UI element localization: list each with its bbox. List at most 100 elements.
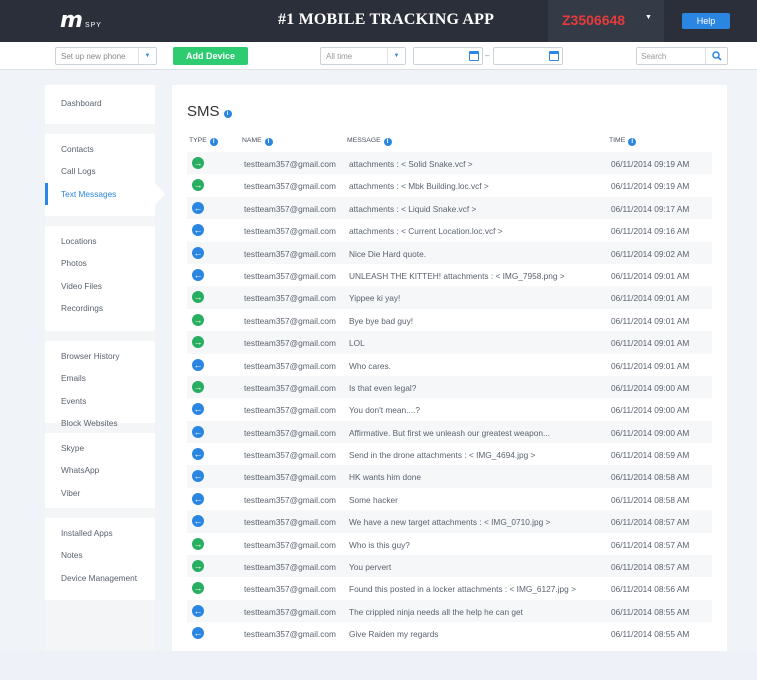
table-row[interactable]: ← testteam357@gmail.com Some hacker 06/11/2…: [187, 488, 712, 510]
table-row[interactable]: ← testteam357@gmail.com HK wants him done 0…: [187, 465, 712, 488]
sidebar-item-call-logs[interactable]: Call Logs: [45, 160, 155, 182]
sidebar-item-whatsapp[interactable]: WhatsApp: [45, 459, 155, 481]
table-row[interactable]: ← testteam357@gmail.com attachments : < C…: [187, 219, 712, 241]
column-header-type[interactable]: TYPE i: [189, 137, 218, 146]
table-row[interactable]: ← testteam357@gmail.com Send in the drone …: [187, 443, 712, 465]
sms-contact-name: testteam357@gmail.com: [244, 427, 336, 438]
arrow-right-icon: →: [192, 582, 204, 595]
table-row[interactable]: ← testteam357@gmail.com attachments : < L…: [187, 196, 712, 220]
sms-timestamp: 06/11/2014 08:55 AM: [611, 606, 690, 617]
search-box[interactable]: Search: [636, 47, 728, 65]
table-row[interactable]: → testteam357@gmail.com LOL 06/11/2014 09:0…: [187, 331, 712, 354]
add-device-button[interactable]: Add Device: [173, 47, 248, 65]
sms-timestamp: 06/11/2014 09:01 AM: [611, 338, 690, 349]
phone-select[interactable]: Set up new phone ▼: [55, 47, 157, 65]
sms-message-text: You don't mean....?: [349, 405, 420, 416]
column-header-time[interactable]: TIME i: [609, 137, 637, 146]
arrow-right-icon: →: [192, 291, 204, 304]
table-row[interactable]: ← testteam357@gmail.com Who cares. 06/11/20…: [187, 354, 712, 376]
sidebar-item-text-messages[interactable]: Text Messages: [45, 182, 165, 206]
sms-message-text: Who is this guy?: [349, 539, 410, 550]
search-button[interactable]: [705, 48, 727, 64]
arrow-left-icon: ←: [192, 403, 204, 416]
sidebar-item-device-management[interactable]: Device Management: [45, 567, 155, 589]
search-input[interactable]: Search: [641, 52, 666, 61]
info-icon[interactable]: i: [264, 138, 273, 146]
sidebar-item-skype[interactable]: Skype: [45, 437, 155, 459]
sidebar-item-locations[interactable]: Locations: [45, 230, 155, 252]
device-selector[interactable]: Z3506648 ▼: [548, 0, 664, 42]
info-icon[interactable]: i: [209, 138, 218, 146]
sms-contact-name: testteam357@gmail.com: [244, 203, 336, 214]
sidebar-item-dashboard[interactable]: Dashboard: [45, 92, 155, 114]
calendar-icon[interactable]: [549, 51, 559, 61]
sidebar-item-installed-apps[interactable]: Installed Apps: [45, 522, 155, 544]
sidebar-item-contacts[interactable]: Contacts: [45, 138, 155, 160]
app-title: #1 MOBILE TRACKING APP: [278, 11, 495, 28]
sms-timestamp: 06/11/2014 08:57 AM: [611, 539, 690, 550]
sidebar-item-notes[interactable]: Notes: [45, 544, 155, 566]
table-row[interactable]: ← testteam357@gmail.com The crippled ninja…: [187, 599, 712, 623]
table-row[interactable]: → testteam357@gmail.com Found this posted …: [187, 577, 712, 599]
column-header-name[interactable]: NAME i: [242, 137, 273, 146]
sidebar-item-block-websites[interactable]: Block Websites: [45, 412, 155, 434]
table-row[interactable]: ← testteam357@gmail.com You don't mean....…: [187, 398, 712, 420]
nav-group: Locations Photos Video Files Recordings: [45, 226, 155, 331]
sidebar-item-events[interactable]: Events: [45, 390, 155, 412]
mspy-logo[interactable]: m SPY: [60, 10, 102, 32]
table-row[interactable]: → testteam357@gmail.com You pervert 06/11/2…: [187, 555, 712, 578]
date-from-input[interactable]: [413, 47, 483, 65]
info-icon[interactable]: i: [628, 138, 637, 146]
date-to-input[interactable]: [493, 47, 563, 65]
time-range-select[interactable]: All time ▼: [320, 47, 406, 65]
toolbar: Set up new phone ▼ Add Device All time ▼…: [0, 42, 757, 70]
table-row[interactable]: ← testteam357@gmail.com Give Raiden my reg…: [187, 622, 712, 644]
table-row[interactable]: ← testteam357@gmail.com Nice Die Hard quot…: [187, 241, 712, 264]
column-header-message[interactable]: MESSAGE i: [347, 137, 392, 146]
sidebar-item-emails[interactable]: Emails: [45, 367, 155, 389]
arrow-right-icon: →: [192, 537, 204, 550]
logo-text: SPY: [84, 22, 102, 29]
sms-contact-name: testteam357@gmail.com: [244, 181, 336, 192]
column-type-label: TYPE: [189, 137, 207, 144]
sidebar-item-browser-history[interactable]: Browser History: [45, 345, 155, 367]
info-icon[interactable]: i: [383, 138, 392, 146]
table-row[interactable]: → testteam357@gmail.com Bye bye bad guy! 06…: [187, 309, 712, 331]
top-header: m SPY #1 MOBILE TRACKING APP Z3506648 ▼ …: [0, 0, 757, 42]
sms-contact-name: testteam357@gmail.com: [244, 315, 336, 326]
sms-contact-name: testteam357@gmail.com: [244, 270, 336, 281]
sms-message-text: attachments : < Liquid Snake.vcf >: [349, 203, 477, 214]
sidebar-item-photos[interactable]: Photos: [45, 252, 155, 274]
sms-timestamp: 06/11/2014 09:16 AM: [611, 226, 690, 237]
chevron-down-icon: ▼: [138, 48, 156, 64]
sidebar-item-recordings[interactable]: Recordings: [45, 297, 155, 319]
device-id: Z3506648: [562, 12, 626, 28]
table-row[interactable]: ← testteam357@gmail.com Affirmative. But f…: [187, 420, 712, 444]
arrow-left-icon: ←: [192, 448, 204, 461]
info-icon[interactable]: i: [223, 110, 232, 118]
sms-contact-name: testteam357@gmail.com: [244, 539, 336, 550]
table-row[interactable]: ← testteam357@gmail.com We have a new targ…: [187, 510, 712, 533]
arrow-left-icon: ←: [192, 470, 204, 483]
sidebar-item-video-files[interactable]: Video Files: [45, 275, 155, 297]
sms-contact-name: testteam357@gmail.com: [244, 494, 336, 505]
arrow-left-icon: ←: [192, 224, 204, 237]
table-row[interactable]: → testteam357@gmail.com Who is this guy? 06…: [187, 533, 712, 555]
sms-contact-name: testteam357@gmail.com: [244, 562, 336, 573]
sms-message-text: Send in the drone attachments : < IMG_46…: [349, 450, 536, 461]
table-row[interactable]: → testteam357@gmail.com attachments : < M…: [187, 174, 712, 196]
sms-table-body: → testteam357@gmail.com attachments : < S…: [187, 152, 712, 645]
sms-timestamp: 06/11/2014 08:59 AM: [611, 450, 690, 461]
calendar-icon[interactable]: [469, 51, 479, 61]
arrow-left-icon: ←: [192, 604, 204, 617]
help-button[interactable]: Help: [682, 13, 730, 29]
table-row[interactable]: → testteam357@gmail.com Is that even legal…: [187, 375, 712, 399]
arrow-left-icon: ←: [192, 268, 204, 281]
sms-contact-name: testteam357@gmail.com: [244, 629, 336, 640]
sms-message-text: UNLEASH THE KITTEH! attachments : < IMG_…: [349, 270, 565, 281]
table-row[interactable]: → testteam357@gmail.com attachments : < S…: [187, 152, 712, 175]
sms-message-text: You pervert: [349, 562, 392, 573]
table-row[interactable]: ← testteam357@gmail.com UNLEASH THE KITTEH…: [187, 264, 712, 286]
table-row[interactable]: → testteam357@gmail.com Yippee ki yay! 06/1…: [187, 286, 712, 309]
sidebar-item-viber[interactable]: Viber: [45, 482, 155, 504]
